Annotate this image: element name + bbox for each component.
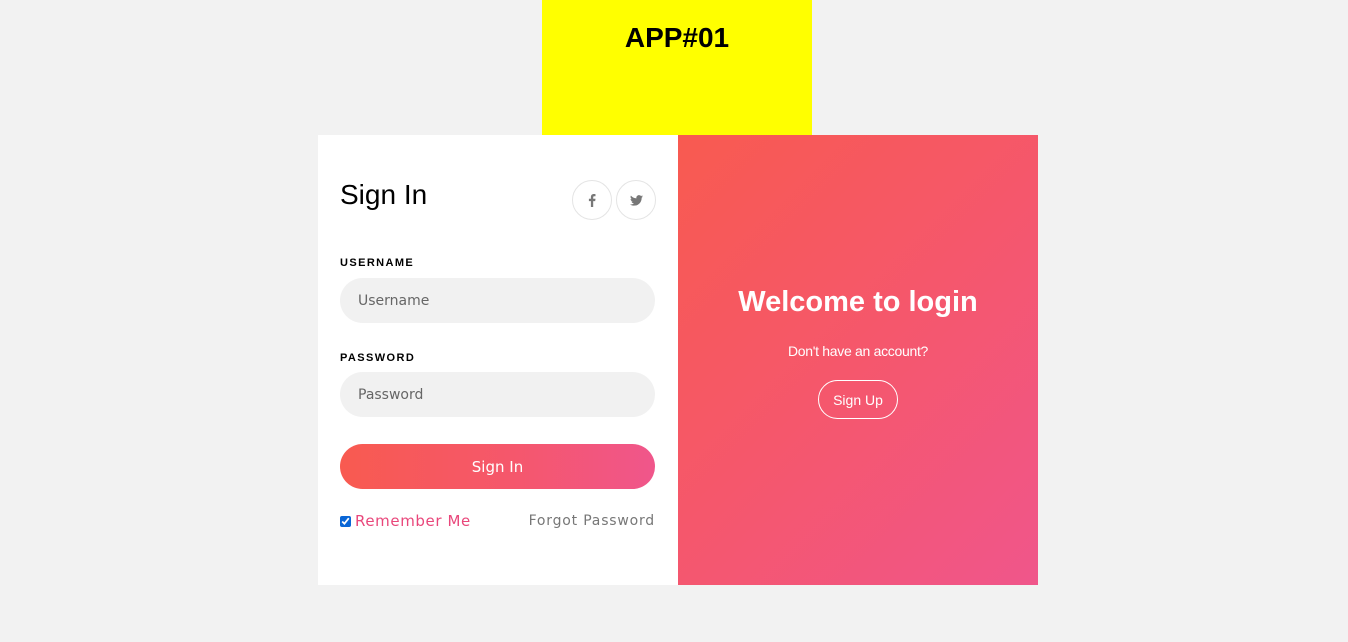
password-input[interactable] [340, 372, 655, 417]
signup-button[interactable]: Sign Up [818, 380, 898, 419]
username-label: USERNAME [340, 257, 415, 269]
social-links [572, 180, 656, 220]
signin-button[interactable]: Sign In [340, 444, 655, 489]
remember-me: Remember Me [340, 512, 471, 530]
password-label: PASSWORD [340, 352, 416, 364]
twitter-icon-glyph [629, 194, 643, 206]
welcome-title: Welcome to login [738, 286, 978, 318]
welcome-panel: Welcome to login Don't have an account? … [678, 135, 1038, 585]
forgot-password-link[interactable]: Forgot Password [529, 513, 655, 529]
signin-panel: Sign In USERNAME PASSWORD Sign In Rememb… [318, 135, 678, 585]
facebook-icon-glyph [588, 193, 596, 207]
app-badge: APP#01 [542, 0, 812, 135]
remember-label[interactable]: Remember Me [355, 512, 471, 530]
no-account-text: Don't have an account? [787, 343, 929, 359]
twitter-icon[interactable] [616, 180, 656, 220]
signin-title: Sign In [340, 179, 428, 210]
facebook-icon[interactable] [572, 180, 612, 220]
login-card: Sign In USERNAME PASSWORD Sign In Rememb… [318, 135, 1038, 585]
app-title: APP#01 [624, 22, 730, 53]
remember-checkbox[interactable] [340, 515, 351, 527]
username-input[interactable] [340, 278, 655, 323]
